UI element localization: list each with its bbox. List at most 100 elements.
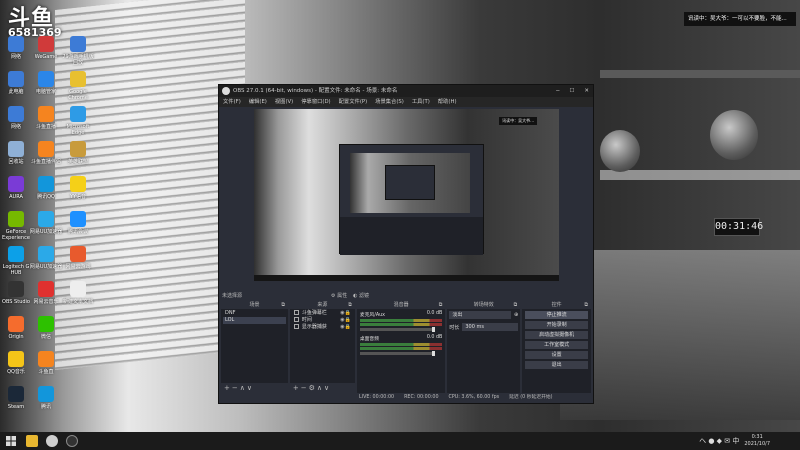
desktop-icon-label: WeGame: [34, 54, 58, 60]
dock-close-icon[interactable]: ⧉: [514, 301, 518, 309]
obs-window[interactable]: OBS 27.0.1 (64-bit, windows) - 配置文件: 未命名…: [218, 84, 594, 404]
desktop-icon[interactable]: Microsoft Edge: [60, 106, 96, 136]
app-icon: [8, 281, 24, 297]
visibility-eye-icon[interactable]: ◉🔒: [340, 310, 351, 317]
desktop-icon[interactable]: 斗鱼直播: [28, 106, 64, 130]
desktop-icon[interactable]: 电脑管家: [28, 71, 64, 95]
volume-slider[interactable]: [359, 351, 436, 356]
menu-item[interactable]: 编辑(E): [249, 97, 267, 107]
properties-button[interactable]: ⚙ 属性: [331, 291, 347, 301]
desktop-icon[interactable]: 网易云游戏: [60, 246, 96, 270]
transition-select[interactable]: 淡出: [449, 311, 511, 319]
obs-menubar: 文件(F) 编辑(E) 视图(V) 停靠窗口(D) 配置文件(P) 场景集合(S) 工具(T…: [219, 97, 593, 107]
dock-close-icon[interactable]: ⧉: [281, 301, 285, 309]
visibility-eye-icon[interactable]: ◉🔒: [340, 324, 351, 331]
volume-meter: [359, 319, 443, 322]
obs-titlebar[interactable]: OBS 27.0.1 (64-bit, windows) - 配置文件: 未命名…: [219, 85, 593, 97]
menu-item[interactable]: 帮助(H): [438, 97, 457, 107]
obs-taskbar-icon[interactable]: [66, 435, 78, 447]
menu-item[interactable]: 场景集合(S): [375, 97, 404, 107]
desk-clock: 00:31:46: [714, 218, 763, 236]
filters-button[interactable]: ◐ 滤镜: [353, 291, 369, 301]
duration-input[interactable]: 300 ms: [462, 323, 519, 331]
obs-preview[interactable]: 讯读中：吴大爷...: [254, 109, 559, 281]
slider-handle[interactable]: [432, 327, 436, 332]
dock-close-icon[interactable]: ⧉: [348, 301, 352, 309]
menu-item[interactable]: 视图(V): [275, 97, 293, 107]
desktop-icon-label: 腾讯: [40, 404, 51, 410]
desktop-icon-label: 网易UU加速器: [29, 264, 63, 270]
menu-item[interactable]: 文件(F): [223, 97, 241, 107]
desktop-icon[interactable]: WeGame: [28, 36, 64, 60]
control-button[interactable]: 设置: [525, 351, 588, 359]
close-icon[interactable]: ✕: [584, 85, 589, 97]
source-item[interactable]: 显示器捕获 ◉🔒: [292, 324, 353, 331]
app-icon: [8, 246, 24, 262]
visibility-eye-icon[interactable]: ◉🔒: [340, 317, 351, 324]
app-icon: [38, 211, 54, 227]
app-icon: [8, 141, 24, 157]
sources-toolbar[interactable]: +−⚙∧∨: [289, 383, 355, 393]
source-label: 斗鱼弹幕栏: [301, 310, 327, 316]
taskbar-clock[interactable]: 0:31 2021/10/7: [744, 434, 770, 448]
scene-item[interactable]: DNF: [223, 310, 286, 317]
scenes-title: 场景: [249, 302, 260, 308]
dock-close-icon[interactable]: ⧉: [584, 301, 588, 309]
tray-icons[interactable]: ヘ ● ◆ ✉ 中: [699, 434, 739, 448]
control-button[interactable]: 退出: [525, 361, 588, 369]
desktop-icon[interactable]: YY语音: [60, 176, 96, 200]
control-button[interactable]: 启动虚拟摄像机: [525, 331, 588, 339]
app-icon: [38, 176, 54, 192]
desktop-icon[interactable]: 新建文本文档: [60, 281, 96, 305]
desktop-icon-label: Microsoft Edge: [66, 124, 90, 136]
dock-close-icon[interactable]: ⧉: [439, 301, 443, 309]
source-item[interactable]: 斗鱼弹幕栏 ◉🔒: [292, 310, 353, 317]
desktop-icon[interactable]: 网易云音乐: [28, 281, 64, 305]
source-item[interactable]: 时间 ◉🔒: [292, 317, 353, 324]
desktop-icon[interactable]: 斗鱼直播伴侣: [28, 141, 64, 165]
desktop-icon[interactable]: 英雄联盟: [60, 141, 96, 165]
file-explorer-icon[interactable]: [26, 435, 38, 447]
scene-item[interactable]: LOL: [223, 317, 286, 324]
menu-item[interactable]: 配置文件(P): [339, 97, 368, 107]
desktop-icon[interactable]: 腾讯会议: [60, 211, 96, 235]
desktop-icon[interactable]: 网易UU加速器: [28, 246, 64, 270]
windows-start-icon[interactable]: [6, 436, 16, 446]
obs-logo-icon: [222, 87, 230, 95]
control-button[interactable]: 开始录制: [525, 321, 588, 329]
add-transition-icon[interactable]: ⊕: [514, 312, 518, 318]
menu-item[interactable]: 工具(T): [412, 97, 430, 107]
desktop-icon[interactable]: 网易UU加速器: [28, 211, 64, 235]
desktop-icon[interactable]: 腾讯QQ: [28, 176, 64, 200]
source-label: 时间: [301, 317, 312, 323]
volume-slider[interactable]: [359, 327, 436, 332]
windows-taskbar: ヘ ● ◆ ✉ 中 0:31 2021/10/7: [0, 432, 800, 450]
source-label: 显示器捕获: [301, 324, 327, 330]
desktop-icon-label: 斗鱼直播: [35, 124, 56, 130]
menu-item[interactable]: 停靠窗口(D): [301, 97, 330, 107]
desktop-icon[interactable]: 微信: [28, 316, 64, 340]
control-button[interactable]: 停止推流: [525, 311, 588, 319]
desktop-icon[interactable]: 腾讯: [28, 386, 64, 410]
sources-title: 来源: [317, 302, 328, 308]
maximize-icon[interactable]: ☐: [569, 85, 574, 97]
app-icon: [70, 281, 86, 297]
preview-nested-obs: [339, 144, 484, 255]
control-button[interactable]: 工作室模式: [525, 341, 588, 349]
chrome-icon[interactable]: [46, 435, 58, 447]
desktop-icon-label: 79游戏手机版回放: [62, 54, 94, 66]
desktop-icon[interactable]: 斗鱼直: [28, 351, 64, 375]
app-icon: [38, 351, 54, 367]
desktop-icon-label: YY语音: [69, 194, 87, 200]
desktop-icon-label: 电脑管家: [35, 89, 56, 95]
desktop-icon[interactable]: Google Chrome: [60, 71, 96, 101]
slider-handle[interactable]: [432, 351, 436, 356]
app-icon: [8, 316, 24, 332]
desktop-icon[interactable]: 79游戏手机版回放: [60, 36, 96, 66]
app-icon: [38, 141, 54, 157]
scenes-toolbar[interactable]: +−∧∨: [221, 383, 288, 393]
app-icon: [8, 386, 24, 402]
minimize-icon[interactable]: ─: [556, 85, 559, 97]
app-icon: [38, 316, 54, 332]
volume-meter: [359, 323, 443, 326]
